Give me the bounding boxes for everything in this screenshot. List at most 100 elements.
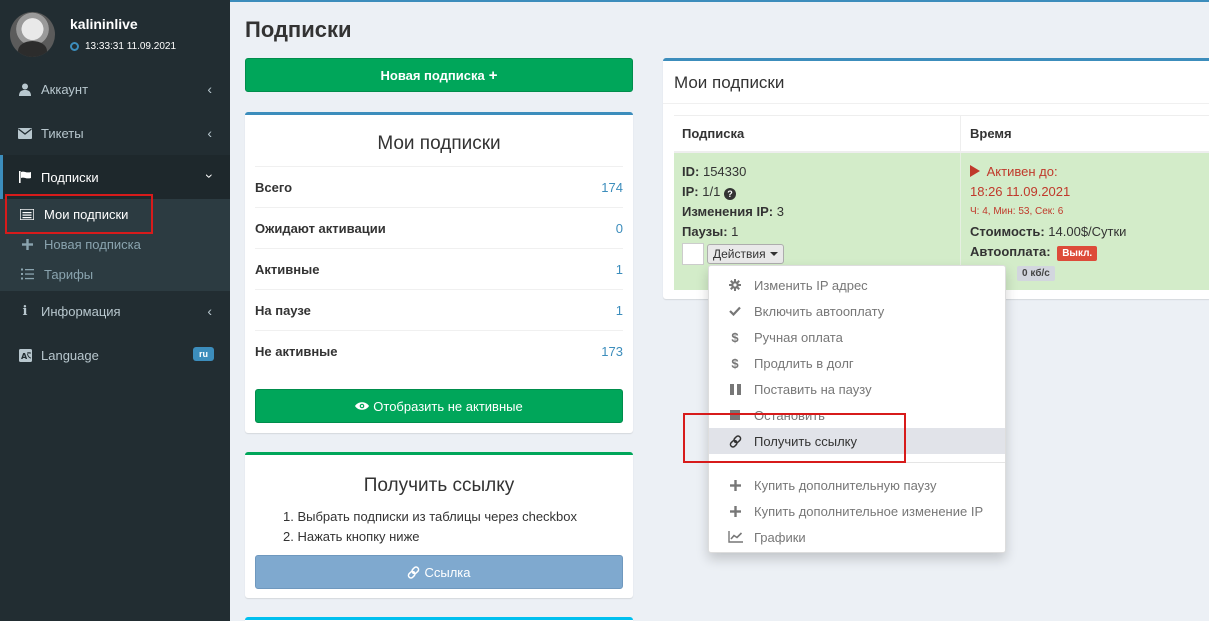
menu-item-label: Купить дополнительное изменение IP <box>754 503 984 519</box>
menu-item-get-link[interactable]: Получить ссылку <box>709 428 1005 454</box>
menu-item-pause[interactable]: Поставить на паузу <box>709 376 1005 402</box>
sidebar-item-subscriptions[interactable]: Подписки ‹ <box>0 155 230 199</box>
subscriptions-submenu: Мои подписки Новая подписка Тарифы <box>0 199 230 291</box>
check-icon <box>727 306 743 316</box>
stat-value[interactable]: 1 <box>616 262 623 277</box>
sidebar-subitem-label: Мои подписки <box>44 206 129 222</box>
sidebar-subitem-label: Тарифы <box>44 266 94 282</box>
stat-label: На паузе <box>255 302 311 318</box>
question-icon[interactable]: ? <box>723 188 736 200</box>
summary-box: Мои подписки Всего 174 Ожидают активации… <box>245 112 633 433</box>
sub-id: 154330 <box>702 164 747 179</box>
plus-icon <box>727 479 743 491</box>
menu-item-label: Купить дополнительную паузу <box>754 477 937 493</box>
sidebar-subitem-new-subscription[interactable]: Новая подписка <box>0 229 230 259</box>
dollar-icon: $ <box>731 355 739 371</box>
menu-item-manual-payment[interactable]: $ Ручная оплата <box>709 324 1005 350</box>
field-label: Изменения IP: <box>682 204 774 219</box>
sidebar-item-tickets[interactable]: Тикеты ‹ <box>0 111 230 155</box>
subscription-checkbox[interactable] <box>682 243 704 265</box>
column-header-subscription[interactable]: Подписка <box>674 115 961 153</box>
autopay-line: Автооплата: Выкл. <box>970 244 1098 261</box>
actions-dropdown-button[interactable]: Действия <box>707 244 784 264</box>
show-inactive-button[interactable]: Отобразить не активные <box>255 389 623 423</box>
play-icon <box>970 165 980 177</box>
link-button[interactable]: Ссылка <box>255 555 623 589</box>
field-label: Паузы: <box>682 224 728 239</box>
menu-divider <box>709 462 1005 463</box>
subscriptions-title: Мои подписки <box>674 73 785 92</box>
stat-row-active: Активные 1 <box>255 248 623 289</box>
menu-item-stop[interactable]: Остановить <box>709 402 1005 428</box>
chevron-left-icon: ‹ <box>207 125 212 141</box>
remaining-time: Ч: 4, Мин: 53, Сек: 6 <box>970 206 1064 217</box>
stop-icon <box>727 410 743 420</box>
divider <box>663 103 1209 104</box>
info-icon: i <box>22 303 28 319</box>
link-button-label: Ссылка <box>424 564 471 580</box>
actions-dropdown-menu: Изменить IP адрес Включить автооплату $ … <box>708 265 1006 553</box>
sidebar-item-account[interactable]: Аккаунт ‹ <box>0 67 230 111</box>
menu-item-label: Получить ссылку <box>754 433 858 449</box>
subscriptions-box: Мои подписки Подписка Время ID: 154330 I… <box>663 58 1209 299</box>
speed-badge: 0 кб/с <box>1017 266 1055 281</box>
stat-value[interactable]: 1 <box>616 303 623 318</box>
status-line: Активен до: <box>970 164 1058 179</box>
menu-item-change-ip[interactable]: Изменить IP адрес <box>709 272 1005 298</box>
sidebar-item-label: Тикеты <box>41 125 84 141</box>
stat-row-pending: Ожидают активации 0 <box>255 207 623 248</box>
new-subscription-button[interactable]: Новая подписка + <box>245 58 633 92</box>
sidebar-item-label: Аккаунт <box>41 81 89 97</box>
active-until: 18:26 11.09.2021 <box>970 184 1071 199</box>
menu-item-charts[interactable]: Графики <box>709 524 1005 550</box>
menu-item-label: Остановить <box>754 407 825 423</box>
sidebar-subitem-tariffs[interactable]: Тарифы <box>0 259 230 289</box>
stat-value[interactable]: 174 <box>601 180 623 195</box>
sidebar-item-language[interactable]: A Language ru <box>0 333 230 377</box>
sidebar-subitem-my-subscriptions[interactable]: Мои подписки <box>0 199 230 229</box>
chevron-down-icon: ‹ <box>199 173 216 179</box>
menu-item-label: Включить автооплату <box>754 303 885 319</box>
plus-icon: + <box>488 66 498 84</box>
sidebar: kalininlive 13:33:31 11.09.2021 Аккаунт … <box>0 0 230 621</box>
menu-item-label: Ручная оплата <box>754 329 843 345</box>
sidebar-item-label: Информация <box>41 303 121 319</box>
avatar[interactable] <box>10 12 55 57</box>
field-label: ID: <box>682 164 700 179</box>
menu-item-extend-credit[interactable]: $ Продлить в долг <box>709 350 1005 376</box>
sub-ip-line: IP: 1/1 ? <box>682 184 736 200</box>
sidebar-item-label: Подписки <box>41 169 99 185</box>
stat-value[interactable]: 173 <box>601 344 623 359</box>
dollar-icon: $ <box>731 329 739 345</box>
get-link-step: 2. Нажать кнопку ниже <box>283 529 420 544</box>
stat-label: Активные <box>255 261 320 277</box>
language-badge: ru <box>193 347 214 361</box>
column-header-label: Подписка <box>682 126 745 141</box>
sub-pauses-line: Паузы: 1 <box>682 224 738 239</box>
status-text: Активен до: <box>986 164 1058 179</box>
page-title: Подписки <box>245 17 352 42</box>
get-link-step: 1. Выбрать подписки из таблицы через che… <box>283 509 578 524</box>
get-link-steps: 1. Выбрать подписки из таблицы через che… <box>283 507 577 547</box>
link-icon <box>727 434 743 448</box>
autopay-badge[interactable]: Выкл. <box>1057 246 1098 261</box>
field-label: IP: <box>682 184 699 199</box>
pause-icon <box>727 383 743 395</box>
link-icon <box>407 565 420 579</box>
next-box <box>245 617 633 621</box>
gear-icon <box>727 279 743 291</box>
sidebar-item-information[interactable]: i Информация ‹ <box>0 289 230 333</box>
list-ol-icon <box>20 268 34 280</box>
menu-item-buy-pause[interactable]: Купить дополнительную паузу <box>709 472 1005 498</box>
field-label: Стоимость: <box>970 224 1045 239</box>
field-label: Автооплата: <box>970 244 1051 259</box>
column-header-time[interactable]: Время <box>961 115 1209 153</box>
menu-item-buy-ip-change[interactable]: Купить дополнительное изменение IP <box>709 498 1005 524</box>
svg-text:A: A <box>21 352 28 361</box>
sub-ip: 1/1 <box>702 184 721 199</box>
sub-ip-changes-line: Изменения IP: 3 <box>682 204 784 219</box>
username: kalininlive <box>70 16 138 32</box>
stat-value[interactable]: 0 <box>616 221 623 236</box>
stat-row-inactive: Не активные 173 <box>255 330 623 371</box>
menu-item-enable-autopay[interactable]: Включить автооплату <box>709 298 1005 324</box>
